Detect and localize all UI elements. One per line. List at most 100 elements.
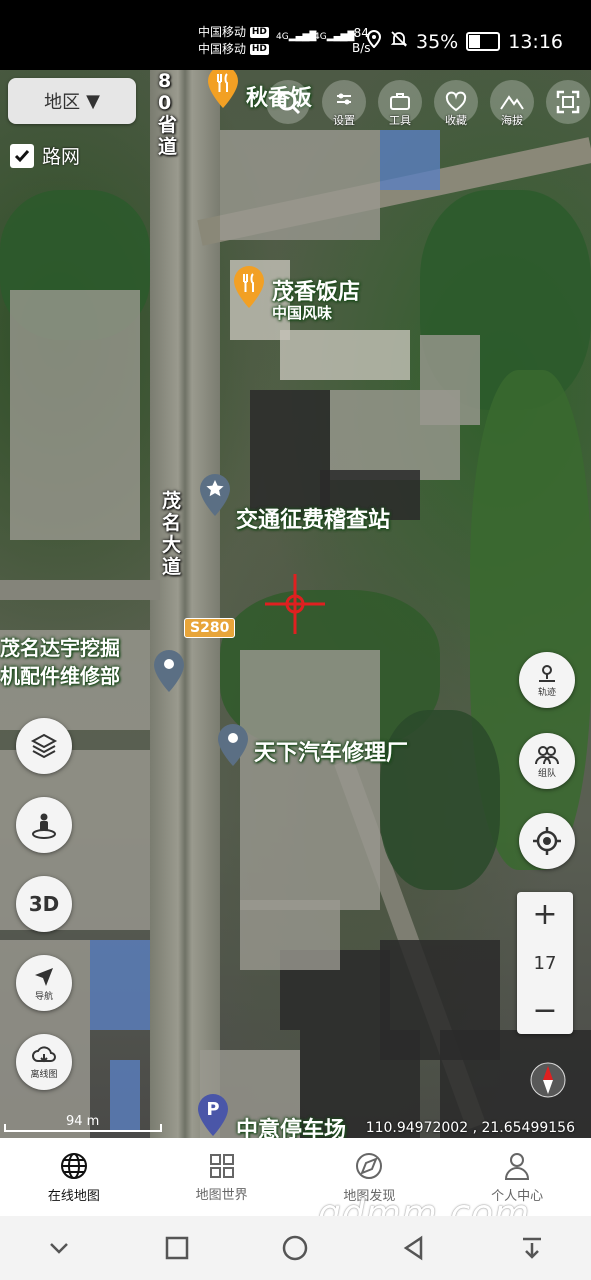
heart-icon	[445, 91, 467, 112]
offline-map-button[interactable]: 离线图	[16, 1034, 72, 1090]
signal-2: 4G▂▄▆█	[314, 32, 355, 42]
building-cluster	[10, 290, 140, 540]
navigation-arrow-icon	[35, 967, 53, 986]
zoom-level: 17	[533, 952, 557, 974]
tab-online-map[interactable]: 在线地图	[0, 1138, 148, 1216]
carrier-1: 中国移动	[198, 25, 247, 39]
compass-icon[interactable]	[528, 1060, 568, 1100]
building	[330, 390, 460, 480]
navigation-label: 导航	[34, 991, 53, 1002]
tools-button[interactable]: 工具	[372, 80, 428, 130]
mountain-icon	[500, 95, 524, 110]
restaurant-pin-icon[interactable]	[206, 70, 240, 110]
star-pin-icon[interactable]	[198, 472, 232, 518]
battery-icon	[466, 32, 501, 51]
signal-1: 4G▂▄▆█	[276, 32, 317, 42]
street-view-icon	[32, 813, 56, 839]
tab-label: 地图世界	[195, 1187, 248, 1203]
3d-button[interactable]: 3D	[16, 876, 72, 932]
settings-label: 设置	[333, 114, 355, 127]
track-icon	[539, 664, 555, 682]
layers-button[interactable]	[16, 718, 72, 774]
mute-bell-icon	[390, 30, 408, 53]
elevation-label: 海拔	[501, 114, 523, 127]
back-icon[interactable]	[401, 1235, 427, 1261]
carrier-info: 中国移动 HD 中国移动 HD	[198, 24, 269, 58]
track-button[interactable]: 轨迹	[519, 652, 575, 708]
locate-button[interactable]	[519, 813, 575, 869]
elevation-button[interactable]: 海拔	[484, 80, 540, 130]
zoom-in-button[interactable]: +	[532, 892, 557, 938]
layers-icon	[30, 733, 58, 759]
caret-down-icon: ▼	[86, 90, 100, 112]
poi-label-toll[interactable]: 交通征费稽查站	[236, 502, 390, 534]
fullscreen-button[interactable]	[540, 80, 591, 130]
toolbox-icon	[390, 93, 410, 110]
road-network-label: 路网	[42, 146, 81, 168]
home-icon[interactable]	[281, 1234, 309, 1262]
building	[280, 330, 410, 380]
building-blue-roof	[90, 940, 150, 1030]
search-button[interactable]	[260, 80, 316, 130]
chevron-down-icon[interactable]	[46, 1235, 72, 1261]
hd-badge: HD	[249, 27, 269, 38]
team-label: 组队	[537, 768, 556, 779]
notification-pull-icon[interactable]	[519, 1235, 545, 1261]
settings-button[interactable]: 设置	[316, 80, 372, 130]
zoom-out-button[interactable]: −	[532, 988, 557, 1034]
poi-label-parking[interactable]: 中意停车场	[236, 1112, 346, 1138]
3d-icon: 3D	[28, 892, 60, 916]
system-nav-bar	[0, 1216, 591, 1280]
building-blue-roof	[380, 130, 440, 190]
road-shield: S280	[184, 618, 236, 638]
check-icon	[14, 149, 30, 162]
zoom-control: + 17 −	[517, 892, 573, 1034]
team-button[interactable]: 组队	[519, 733, 575, 789]
discover-icon	[356, 1152, 383, 1179]
clock: 13:16	[508, 30, 563, 53]
offline-map-label: 离线图	[30, 1069, 58, 1080]
poi-sublabel: 中国风味	[272, 304, 333, 322]
satellite-map[interactable]: 80省道 茂名大道 S280 秋香饭 茂香饭店 中国风味 交通征费稽查站 茂名达…	[0, 70, 591, 1138]
settings-icon	[337, 93, 351, 105]
tab-label: 在线地图	[47, 1188, 100, 1204]
street-view-button[interactable]	[16, 797, 72, 853]
tools-label: 工具	[389, 114, 411, 127]
navigation-button[interactable]: 导航	[16, 955, 72, 1011]
location-icon	[366, 29, 382, 53]
top-toolbar: 设置 工具 收藏 海拔	[260, 80, 591, 130]
region-button[interactable]: 地区 ▼	[8, 78, 136, 124]
track-label: 轨迹	[537, 687, 556, 698]
tab-map-world[interactable]: 地图世界	[148, 1138, 296, 1216]
crosshair-icon	[265, 574, 325, 634]
road-label-provincial: 80省道	[158, 70, 178, 158]
poi-label-repair2[interactable]: 天下汽车修理厂	[254, 735, 408, 767]
poi-label-repair1[interactable]: 茂名达宇挖掘 机配件维修部	[0, 634, 120, 690]
region-button-label: 地区	[44, 92, 81, 113]
hd-badge-2: HD	[249, 44, 269, 55]
parking-pin-icon[interactable]: P	[196, 1092, 230, 1138]
road-network-toggle[interactable]: 路网	[10, 142, 80, 169]
road-label-main: 茂名大道	[162, 490, 182, 578]
fullscreen-icon	[556, 90, 580, 114]
map-pin-icon[interactable]	[152, 648, 186, 694]
recents-icon[interactable]	[164, 1235, 190, 1261]
locate-icon	[533, 827, 561, 855]
grid-icon	[209, 1153, 234, 1178]
checkbox[interactable]	[10, 143, 34, 168]
status-right: 35% 13:16	[366, 29, 563, 53]
favorites-label: 收藏	[445, 114, 467, 127]
side-road-2	[0, 580, 160, 600]
search-icon	[277, 91, 301, 115]
building	[240, 900, 340, 970]
building-cluster	[220, 130, 380, 240]
map-pin-icon[interactable]	[216, 722, 250, 768]
restaurant-pin-icon[interactable]	[232, 264, 266, 310]
svg-text:P: P	[206, 1099, 219, 1120]
team-icon	[535, 745, 559, 764]
favorites-button[interactable]: 收藏	[428, 80, 484, 130]
person-icon	[505, 1152, 530, 1180]
battery-percent: 35%	[416, 30, 459, 53]
offline-map-icon	[32, 1045, 56, 1062]
carrier-2: 中国移动	[198, 42, 247, 56]
